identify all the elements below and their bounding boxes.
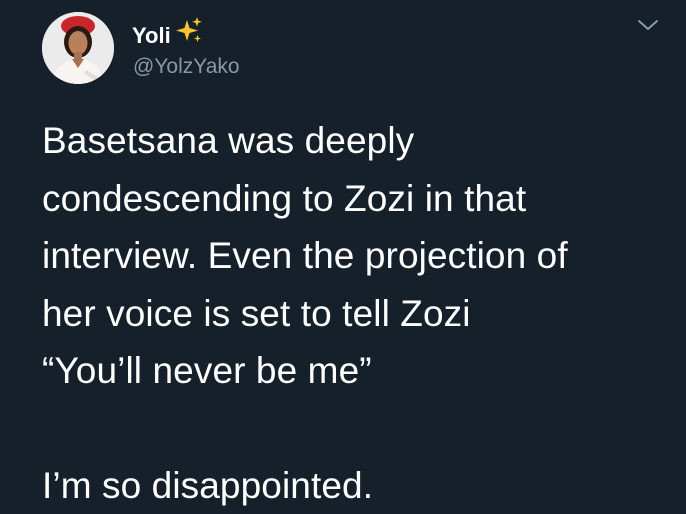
display-name-text: Yoli <box>132 23 171 48</box>
sparkles-icon <box>173 16 203 52</box>
tweet-card: Yoli @YolzYako Basetsana was deeply cond… <box>0 0 686 514</box>
avatar[interactable] <box>42 12 114 84</box>
user-handle[interactable]: @YolzYako <box>133 54 240 80</box>
chevron-down-icon[interactable] <box>636 16 660 34</box>
display-name[interactable]: Yoli <box>132 16 203 52</box>
tweet-text: Basetsana was deeply condescending to Zo… <box>42 120 568 506</box>
